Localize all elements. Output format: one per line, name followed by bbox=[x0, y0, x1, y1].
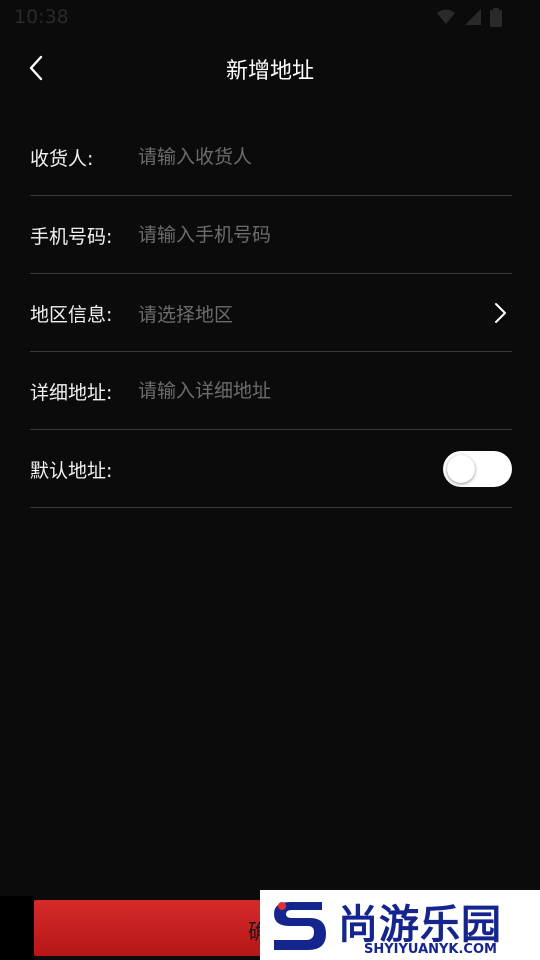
nav-bar: 新增地址 bbox=[0, 36, 540, 102]
default-label: 默认地址: bbox=[30, 460, 113, 482]
phone-row: 手机号码: bbox=[30, 196, 512, 274]
region-label: 地区信息: bbox=[30, 304, 113, 326]
site-watermark: 尚游乐园 SHYIYUANYK.COM bbox=[260, 890, 540, 960]
detail-label: 详细地址: bbox=[30, 382, 113, 404]
receiver-input[interactable] bbox=[138, 138, 468, 176]
status-time: 10:38 bbox=[14, 6, 69, 28]
wifi-icon bbox=[437, 9, 455, 24]
region-select[interactable]: 请选择地区 bbox=[138, 300, 233, 327]
add-address-screen: 10:38 新增地址 收货人: 手机号码: bbox=[0, 0, 540, 960]
toggle-knob bbox=[447, 455, 475, 483]
address-form: 收货人: 手机号码: 地区信息: 请选择地区 详细地址: 默认地址: bbox=[30, 118, 512, 508]
default-row: 默认地址: bbox=[30, 430, 512, 508]
detail-row: 详细地址: bbox=[30, 352, 512, 430]
detail-input[interactable] bbox=[138, 372, 468, 410]
region-row[interactable]: 地区信息: 请选择地区 bbox=[30, 274, 512, 352]
receiver-label: 收货人: bbox=[30, 148, 94, 170]
status-icons bbox=[436, 8, 502, 27]
status-bar: 10:38 bbox=[0, 0, 540, 36]
default-address-toggle[interactable] bbox=[443, 451, 512, 487]
page-title: 新增地址 bbox=[225, 59, 314, 84]
phone-input[interactable] bbox=[138, 216, 468, 254]
battery-icon bbox=[490, 8, 502, 27]
logo-s-icon bbox=[274, 902, 326, 950]
watermark-url: SHYIYUANYK.COM bbox=[364, 942, 497, 957]
receiver-row: 收货人: bbox=[30, 118, 512, 196]
chevron-right-icon[interactable] bbox=[490, 302, 510, 324]
signal-icon bbox=[465, 9, 481, 25]
phone-label: 手机号码: bbox=[30, 226, 113, 248]
